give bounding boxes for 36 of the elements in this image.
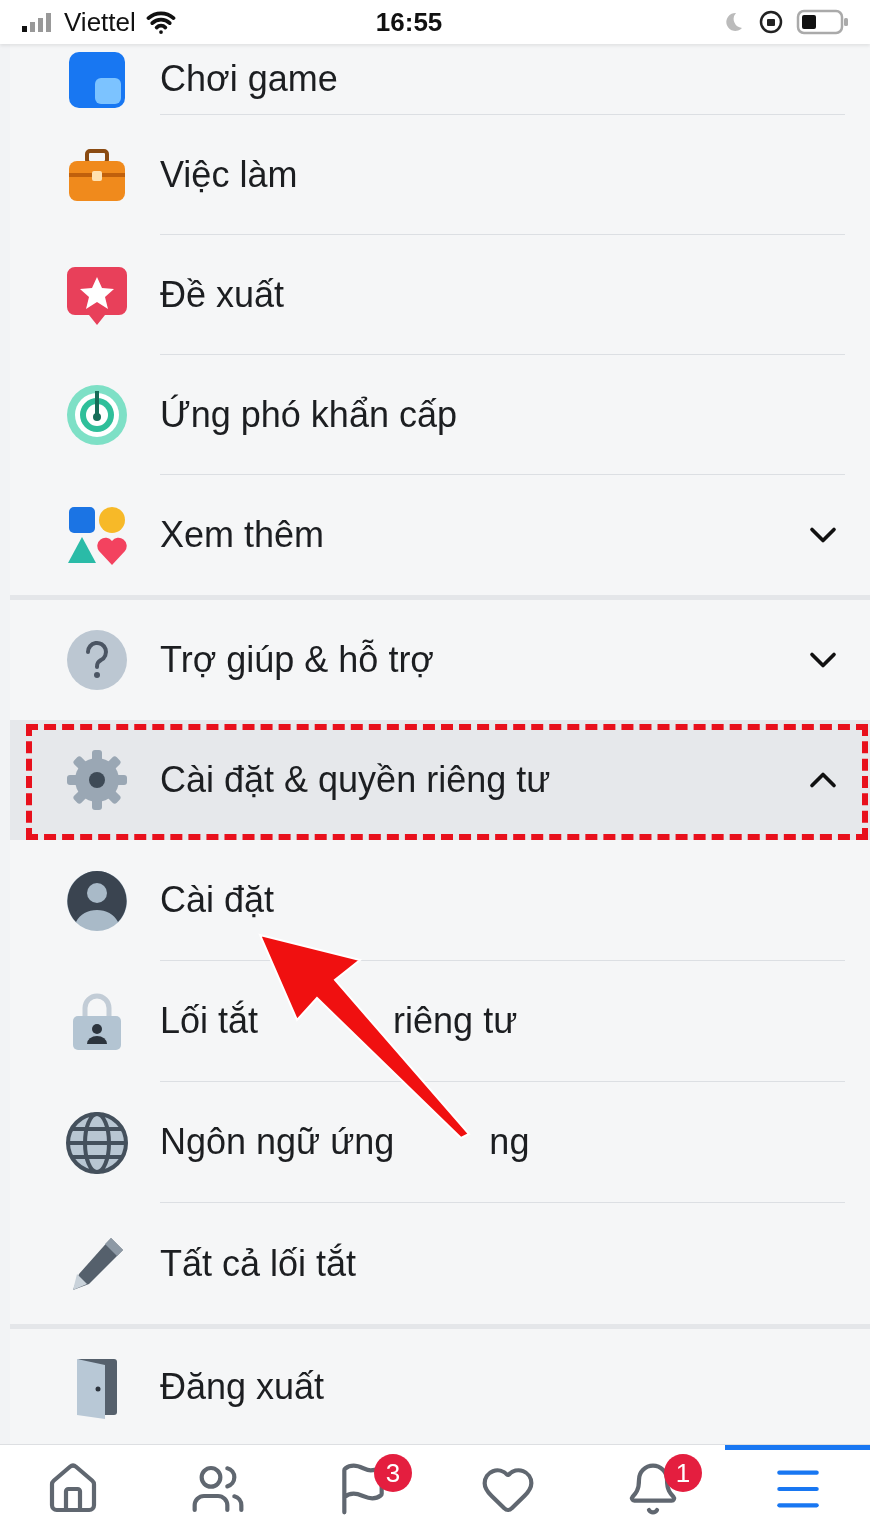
nav-tab[interactable]: 1 <box>580 1445 725 1528</box>
menu-label: Trợ giúp & hỗ trợ <box>160 638 435 682</box>
battery-icon <box>796 9 850 35</box>
menu-label: Chơi game <box>160 57 339 101</box>
menu-label: Tất cả lối tắt <box>160 1241 358 1286</box>
menu-label: Lối tắt <box>160 999 259 1043</box>
emergency-signal-icon <box>65 383 129 447</box>
orientation-lock-icon <box>758 9 784 35</box>
clock: 16:55 <box>375 5 443 39</box>
menu-label: Việc làm <box>160 152 299 197</box>
menu-label: Ứng phó khẩn cấp <box>160 392 458 437</box>
menu-item[interactable]: Ứng phó khẩn cấp <box>10 355 870 475</box>
section-header[interactable]: Trợ giúp & hỗ trợ <box>10 600 870 720</box>
menu-label: Ngôn ngữ ứng <box>160 1120 395 1164</box>
section-header[interactable]: Cài đặt & quyền riêng tư <box>10 720 870 840</box>
menu-label: Xem thêm <box>160 513 326 557</box>
menu-label: Cài đặt <box>160 878 276 922</box>
logout-item[interactable]: Đăng xuất <box>10 1329 870 1444</box>
user-icon <box>65 868 129 933</box>
menu-label: ng <box>489 1120 530 1164</box>
menu-label: riêng tư <box>393 999 518 1043</box>
notification-badge: 3 <box>374 1454 412 1492</box>
submenu-item[interactable]: Tất cả lối tắt <box>10 1203 870 1324</box>
menu-label: Đề xuất <box>160 272 286 317</box>
menu-label: Đăng xuất <box>160 1364 326 1409</box>
menu-item[interactable]: Việc làm <box>10 115 870 235</box>
gear-icon <box>65 748 129 812</box>
menu-item[interactable]: Đề xuất <box>10 235 870 355</box>
menu-item[interactable]: Chơi game <box>10 44 870 115</box>
menu-label: Cài đặt & quyền riêng tư <box>160 758 552 802</box>
help-icon <box>65 628 129 692</box>
notification-badge: 1 <box>664 1454 702 1492</box>
globe-icon <box>65 1110 129 1175</box>
carrier-name: Viettel <box>64 5 136 39</box>
menu-item[interactable]: Xem thêm <box>10 475 870 595</box>
nav-tab[interactable]: 3 <box>290 1445 435 1528</box>
